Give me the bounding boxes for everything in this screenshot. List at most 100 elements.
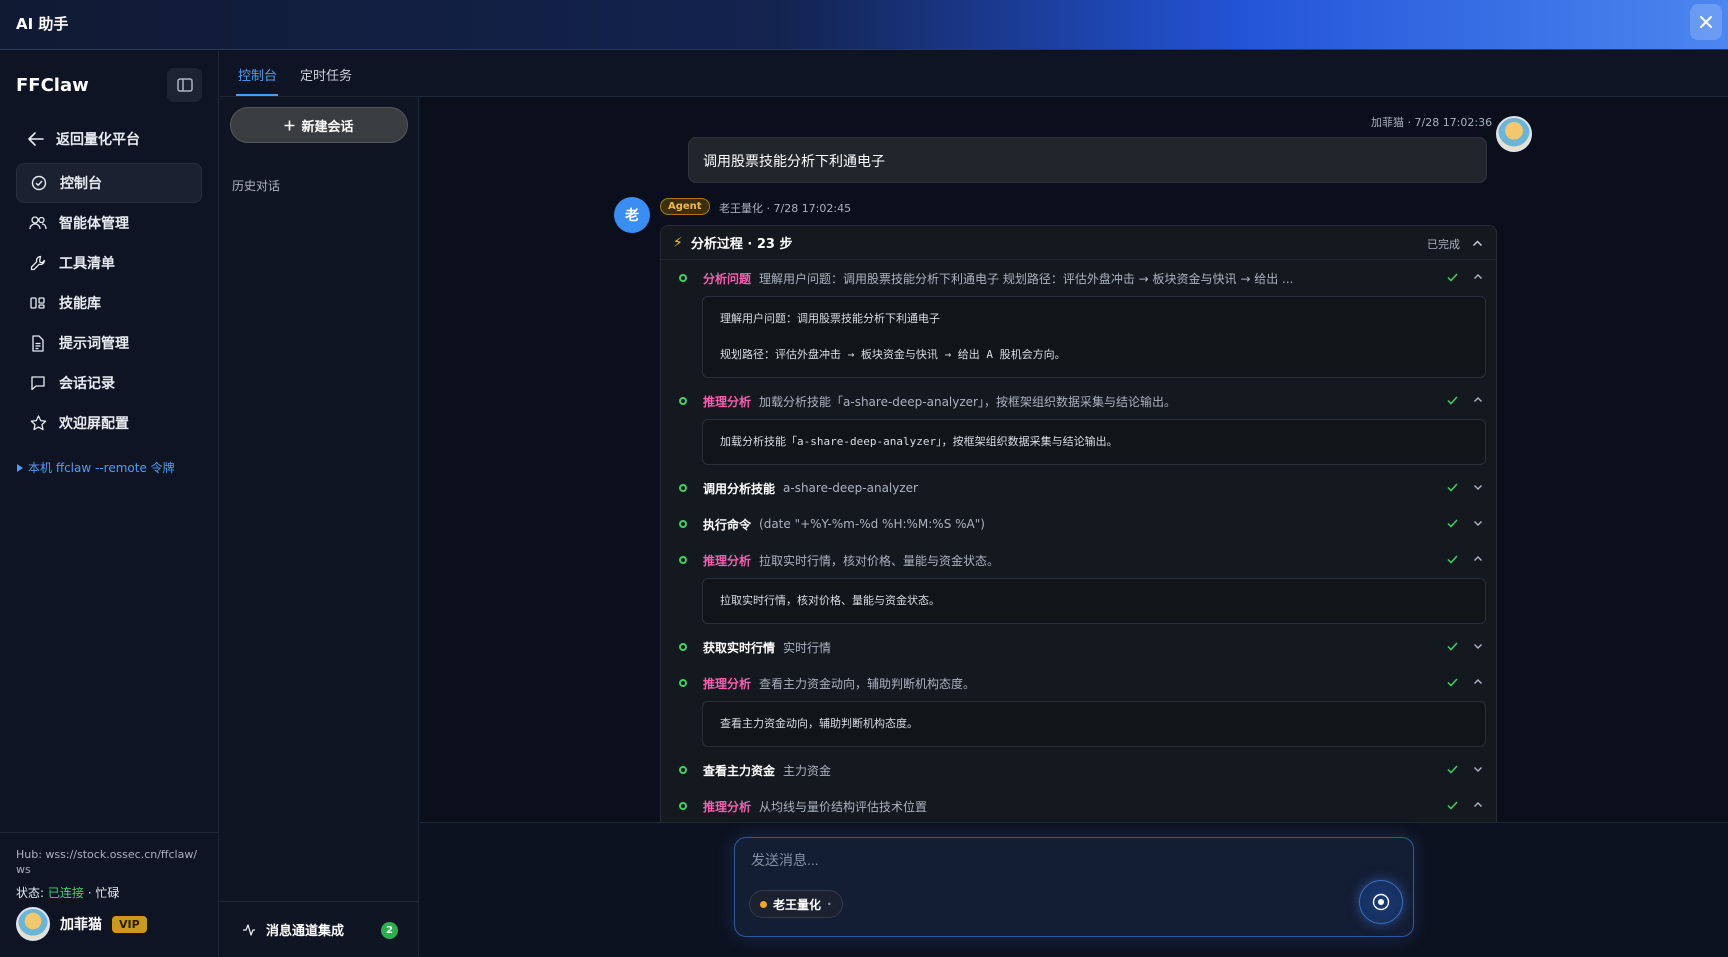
tab-bar: 控制台 定时任务 — [220, 51, 1728, 97]
chevron-up-icon[interactable] — [1473, 394, 1483, 408]
step-status-dot — [679, 484, 687, 492]
step-summary: 拉取实时行情，核对价格、量能与资金状态。 — [759, 553, 1000, 568]
chevron-down-icon[interactable] — [1473, 481, 1483, 495]
chevron-down-icon[interactable] — [1473, 763, 1483, 777]
user-message-avatar — [1496, 116, 1532, 152]
hub-address: Hub: wss://stock.ossec.cn/ffclaw/ws — [16, 848, 198, 876]
check-icon — [1447, 481, 1458, 495]
sidebar-toggle-icon — [176, 78, 193, 92]
sidebar-item-skills[interactable]: 技能库 — [16, 283, 202, 323]
step-status-dot — [679, 520, 687, 528]
agent-status-dot — [760, 900, 767, 908]
chevron-up-icon[interactable] — [1473, 676, 1483, 690]
step-summary: 加载分析技能「a-share-deep-analyzer」，按框架组织数据采集与… — [759, 394, 1176, 409]
sidebar-toggle-button[interactable] — [167, 68, 202, 102]
composer-area: 老王量化 · — [420, 822, 1728, 957]
step-label: 调用分析技能 — [703, 481, 776, 496]
user-message-bubble: 调用股票技能分析下利通电子 — [688, 137, 1487, 183]
step-label: 查看主力资金 — [703, 763, 776, 778]
step-status-dot — [679, 556, 687, 564]
channel-label: 消息通道集成 — [266, 924, 345, 939]
chevron-up-icon[interactable] — [1473, 271, 1483, 285]
star-icon — [29, 414, 47, 432]
step-header[interactable]: 执行命令 (date "+%Y-%m-%d %H:%M:%S %A") — [661, 506, 1496, 542]
remote-token-link[interactable]: 本机 ffclaw --remote 令牌 — [16, 459, 175, 476]
step-status-dot — [679, 766, 687, 774]
step-detail: 理解用户问题：调用股票技能分析下利通电子 规划路径：评估外盘冲击 → 板块资金与… — [702, 296, 1486, 378]
step-header[interactable]: 查看主力资金 主力资金 — [661, 752, 1496, 788]
chevron-down-icon[interactable] — [1473, 517, 1483, 531]
sidebar-item-label: 智能体管理 — [59, 216, 129, 232]
send-button[interactable] — [1359, 880, 1403, 924]
chevron-down-icon[interactable] — [1473, 640, 1483, 654]
app-window: AI 助手 FFClaw 返回量化平台 控制台 智能体管理 工具清单 技能库 提… — [0, 0, 1728, 957]
step-header[interactable]: 获取实时行情 实时行情 — [661, 629, 1496, 665]
close-button[interactable] — [1690, 4, 1722, 40]
status-label: 状态: — [16, 886, 45, 900]
new-chat-label: 新建会话 — [301, 119, 354, 135]
message-input[interactable] — [751, 848, 1271, 872]
new-chat-button[interactable]: 新建会话 — [230, 107, 408, 143]
sidebar-item-label: 控制台 — [60, 176, 102, 192]
sidebar-item-console[interactable]: 控制台 — [16, 163, 202, 203]
process-step: 调用分析技能 a-share-deep-analyzer — [661, 470, 1496, 506]
tab-console[interactable]: 控制台 — [238, 65, 277, 84]
message-channel-button[interactable]: 消息通道集成 2 — [220, 901, 419, 957]
step-summary: 查看主力资金动向，辅助判断机构态度。 — [759, 676, 976, 691]
back-link-label: 返回量化平台 — [56, 132, 140, 148]
chevron-up-icon[interactable] — [1472, 234, 1483, 253]
agent-message-meta: 老王量化 · 7/28 17:02:45 — [719, 202, 852, 215]
process-step: 推理分析 加载分析技能「a-share-deep-analyzer」，按框架组织数… — [661, 383, 1496, 465]
check-icon — [1447, 676, 1458, 690]
agent-badge: Agent — [660, 198, 710, 215]
document-icon — [29, 334, 47, 352]
plus-icon — [284, 120, 295, 130]
sidebar-item-agents[interactable]: 智能体管理 — [16, 203, 202, 243]
process-step: 获取实时行情 实时行情 — [661, 629, 1496, 665]
conversation-panel: 新建会话 历史对话 消息通道集成 2 — [220, 97, 419, 957]
step-header[interactable]: 推理分析 从均线与量价结构评估技术位置 — [661, 788, 1496, 822]
users-icon — [29, 214, 47, 232]
dashboard-icon — [30, 174, 48, 192]
chat-area: 加菲猫 · 7/28 17:02:36 调用股票技能分析下利通电子 老 Agen… — [420, 97, 1728, 822]
sidebar-item-tools[interactable]: 工具清单 — [16, 243, 202, 283]
analysis-process-panel: ⚡ 分析过程 · 23 步 已完成 分析问题 理解用户问题：调用股票技能分析下利通… — [660, 225, 1497, 822]
brand-name: FFClaw — [16, 75, 89, 96]
check-icon — [1447, 799, 1458, 813]
process-step: 推理分析 拉取实时行情，核对价格、量能与资金状态。 拉取实时行情，核对价格、量能与资… — [661, 542, 1496, 624]
step-label: 获取实时行情 — [703, 640, 776, 655]
tab-scheduled-tasks[interactable]: 定时任务 — [300, 65, 352, 84]
sidebar-item-label: 欢迎屏配置 — [59, 416, 129, 432]
check-icon — [1447, 271, 1458, 285]
user-profile[interactable]: 加菲猫 VIP — [16, 907, 147, 941]
step-label: 推理分析 — [703, 394, 752, 409]
step-label: 分析问题 — [703, 271, 752, 286]
step-label: 推理分析 — [703, 553, 752, 568]
step-summary: 从均线与量价结构评估技术位置 — [759, 799, 928, 814]
step-detail: 查看主力资金动向，辅助判断机构态度。 — [702, 701, 1486, 747]
process-header[interactable]: ⚡ 分析过程 · 23 步 已完成 — [661, 226, 1496, 260]
step-header[interactable]: 分析问题 理解用户问题：调用股票技能分析下利通电子 规划路径：评估外盘冲击 → 板… — [661, 260, 1496, 296]
remote-token-label: 本机 ffclaw --remote 令牌 — [28, 461, 175, 475]
chevron-up-icon[interactable] — [1473, 799, 1483, 813]
process-step: 查看主力资金 主力资金 — [661, 752, 1496, 788]
check-icon — [1447, 517, 1458, 531]
chevron-up-icon[interactable] — [1473, 553, 1483, 567]
step-summary: 理解用户问题：调用股票技能分析下利通电子 规划路径：评估外盘冲击 → 板块资金与… — [759, 271, 1294, 286]
back-to-platform-link[interactable]: 返回量化平台 — [28, 125, 140, 153]
sidebar-item-sessions[interactable]: 会话记录 — [16, 363, 202, 403]
step-summary: 实时行情 — [783, 640, 832, 655]
sidebar-item-prompts[interactable]: 提示词管理 — [16, 323, 202, 363]
sidebar-item-welcome[interactable]: 欢迎屏配置 — [16, 403, 202, 443]
step-header[interactable]: 调用分析技能 a-share-deep-analyzer — [661, 470, 1496, 506]
step-header[interactable]: 推理分析 查看主力资金动向，辅助判断机构态度。 — [661, 665, 1496, 701]
process-title: 分析过程 · 23 步 — [690, 237, 793, 252]
agent-selector-chip[interactable]: 老王量化 · — [749, 890, 843, 918]
check-icon — [1447, 394, 1458, 408]
avatar — [16, 907, 50, 941]
sidebar: FFClaw 返回量化平台 控制台 智能体管理 工具清单 技能库 提示词管理 会… — [0, 51, 219, 957]
step-header[interactable]: 推理分析 拉取实时行情，核对价格、量能与资金状态。 — [661, 542, 1496, 578]
check-icon — [1447, 763, 1458, 777]
step-header[interactable]: 推理分析 加载分析技能「a-share-deep-analyzer」，按框架组织数… — [661, 383, 1496, 419]
caret-right-icon — [17, 463, 23, 472]
